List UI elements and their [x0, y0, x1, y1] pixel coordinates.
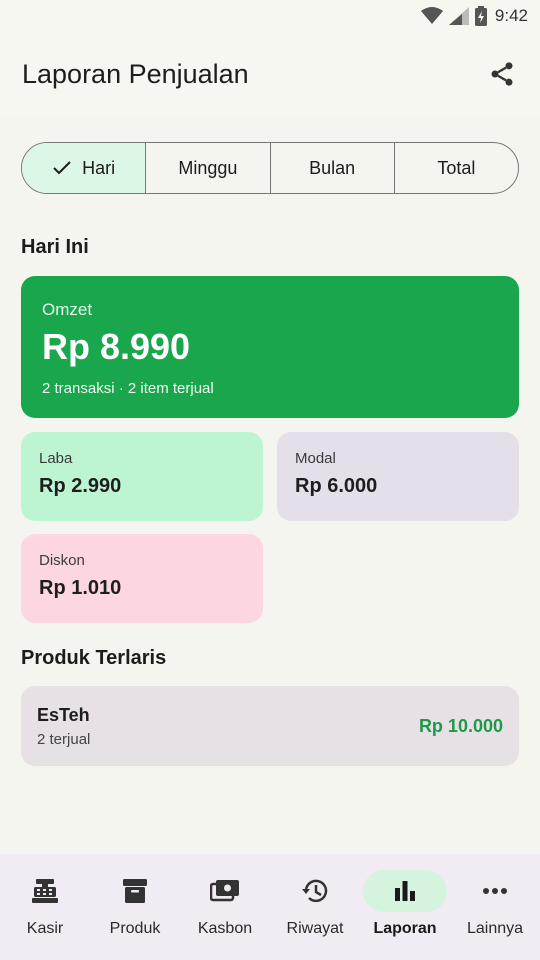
- signal-icon: [448, 7, 469, 25]
- omzet-summary: 2 transaksi · 2 item terjual: [42, 380, 214, 397]
- nav-label: Produk: [109, 920, 161, 937]
- nav-item-riwayat[interactable]: Riwayat: [270, 870, 360, 938]
- cash-register-icon: [32, 879, 58, 903]
- tab-label: Hari: [82, 157, 116, 178]
- tab-label: Total: [437, 157, 476, 178]
- laba-card: Laba Rp 2.990: [21, 432, 263, 521]
- bar-chart-icon: [395, 881, 415, 901]
- share-icon: [491, 62, 513, 86]
- nav-label: Riwayat: [286, 920, 344, 937]
- nav-label: Lainnya: [466, 920, 524, 937]
- nav-item-produk[interactable]: Produk: [90, 870, 180, 938]
- nav-label: Kasir: [26, 920, 64, 937]
- period-segmented-control: Hari Minggu Bulan Total: [21, 142, 519, 194]
- nav-item-kasbon[interactable]: Kasbon: [180, 870, 270, 938]
- nav-label: Kasbon: [197, 920, 253, 937]
- app-bar: Laporan Penjualan: [0, 32, 540, 116]
- product-name: EsTeh: [37, 704, 90, 725]
- tab-hari[interactable]: Hari: [22, 143, 147, 193]
- diskon-label: Diskon: [39, 552, 85, 569]
- omzet-label: Omzet: [42, 300, 93, 319]
- modal-card: Modal Rp 6.000: [277, 432, 519, 521]
- nav-item-lainnya[interactable]: Lainnya: [450, 870, 540, 938]
- laba-label: Laba: [39, 450, 73, 467]
- modal-value: Rp 6.000: [295, 475, 378, 497]
- section-title-best-sellers: Produk Terlaris: [21, 647, 167, 669]
- page-title: Laporan Penjualan: [22, 58, 249, 89]
- status-bar: 9:42: [0, 0, 540, 32]
- product-total: Rp 10.000: [418, 715, 503, 736]
- tab-bulan[interactable]: Bulan: [271, 143, 395, 193]
- product-sold-count: 2 terjual: [37, 730, 91, 748]
- share-button[interactable]: [486, 58, 518, 90]
- nav-item-laporan[interactable]: Laporan: [360, 870, 450, 938]
- section-title-today: Hari Ini: [21, 236, 89, 258]
- payments-icon: [210, 880, 239, 902]
- diskon-value: Rp 1.010: [39, 577, 122, 599]
- diskon-card: Diskon Rp 1.010: [21, 534, 263, 623]
- archive-box-icon: [123, 879, 147, 903]
- clock-time: 9:42: [494, 6, 528, 25]
- list-item[interactable]: EsTeh 2 terjual Rp 10.000: [21, 686, 519, 766]
- battery-icon: [474, 6, 487, 26]
- more-horizontal-icon: [483, 888, 507, 894]
- nav-item-kasir[interactable]: Kasir: [0, 870, 90, 938]
- modal-label: Modal: [295, 450, 336, 467]
- tab-label: Bulan: [309, 157, 356, 178]
- nav-label: Laporan: [373, 920, 437, 937]
- check-icon: [53, 161, 71, 175]
- history-icon: [302, 879, 328, 903]
- wifi-icon: [420, 7, 443, 25]
- omzet-value: Rp 8.990: [42, 326, 191, 367]
- bottom-navigation: Kasir Produk Kasbon Riwayat Laporan Lain…: [0, 854, 540, 960]
- tab-label: Minggu: [178, 157, 238, 178]
- laba-value: Rp 2.990: [39, 475, 122, 497]
- tab-minggu[interactable]: Minggu: [146, 143, 271, 193]
- omzet-card: Omzet Rp 8.990 2 transaksi · 2 item terj…: [21, 276, 519, 418]
- tab-total[interactable]: Total: [395, 143, 518, 193]
